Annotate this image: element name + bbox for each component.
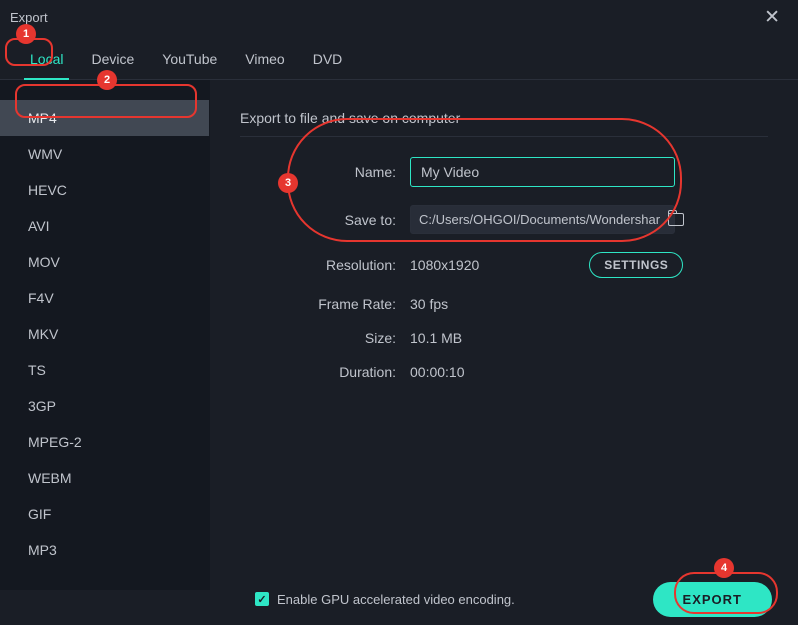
export-tabs: Local Device YouTube Vimeo DVD — [0, 33, 798, 80]
format-mkv[interactable]: MKV — [0, 316, 209, 352]
window-title: Export — [10, 10, 48, 25]
export-settings-panel: Export to file and save on computer Name… — [210, 80, 798, 590]
format-mp4[interactable]: MP4 — [0, 100, 209, 136]
folder-icon[interactable] — [668, 213, 684, 226]
name-input[interactable] — [410, 157, 675, 187]
size-label: Size: — [240, 330, 410, 346]
footer: ✓ Enable GPU accelerated video encoding.… — [0, 573, 798, 625]
gpu-label: Enable GPU accelerated video encoding. — [277, 592, 515, 607]
saveto-value: C:/Users/OHGOI/Documents/Wondershar — [419, 212, 660, 227]
titlebar: Export ✕ — [0, 0, 798, 33]
panel-description: Export to file and save on computer — [240, 110, 768, 137]
format-hevc[interactable]: HEVC — [0, 172, 209, 208]
resolution-value: 1080x1920 — [410, 257, 479, 273]
format-wmv[interactable]: WMV — [0, 136, 209, 172]
format-3gp[interactable]: 3GP — [0, 388, 209, 424]
size-value: 10.1 MB — [410, 330, 462, 346]
framerate-value: 30 fps — [410, 296, 448, 312]
export-button[interactable]: EXPORT — [653, 582, 772, 617]
format-gif[interactable]: GIF — [0, 496, 209, 532]
format-mp3[interactable]: MP3 — [0, 532, 209, 568]
saveto-path[interactable]: C:/Users/OHGOI/Documents/Wondershar — [410, 205, 675, 234]
gpu-checkbox-wrap[interactable]: ✓ Enable GPU accelerated video encoding. — [255, 592, 515, 607]
format-mov[interactable]: MOV — [0, 244, 209, 280]
saveto-label: Save to: — [240, 212, 410, 228]
close-icon[interactable]: ✕ — [758, 6, 786, 29]
framerate-label: Frame Rate: — [240, 296, 410, 312]
tab-device[interactable]: Device — [77, 43, 148, 79]
tab-dvd[interactable]: DVD — [299, 43, 357, 79]
tab-local[interactable]: Local — [16, 43, 77, 79]
checkbox-icon[interactable]: ✓ — [255, 592, 269, 606]
duration-label: Duration: — [240, 364, 410, 380]
format-webm[interactable]: WEBM — [0, 460, 209, 496]
format-sidebar: MP4 WMV HEVC AVI MOV F4V MKV TS 3GP MPEG… — [0, 80, 210, 590]
format-mpeg2[interactable]: MPEG-2 — [0, 424, 209, 460]
format-avi[interactable]: AVI — [0, 208, 209, 244]
name-label: Name: — [240, 164, 410, 180]
resolution-label: Resolution: — [240, 257, 410, 273]
duration-value: 00:00:10 — [410, 364, 465, 380]
format-f4v[interactable]: F4V — [0, 280, 209, 316]
tab-vimeo[interactable]: Vimeo — [231, 43, 298, 79]
tab-youtube[interactable]: YouTube — [148, 43, 231, 79]
format-ts[interactable]: TS — [0, 352, 209, 388]
settings-button[interactable]: SETTINGS — [589, 252, 683, 278]
